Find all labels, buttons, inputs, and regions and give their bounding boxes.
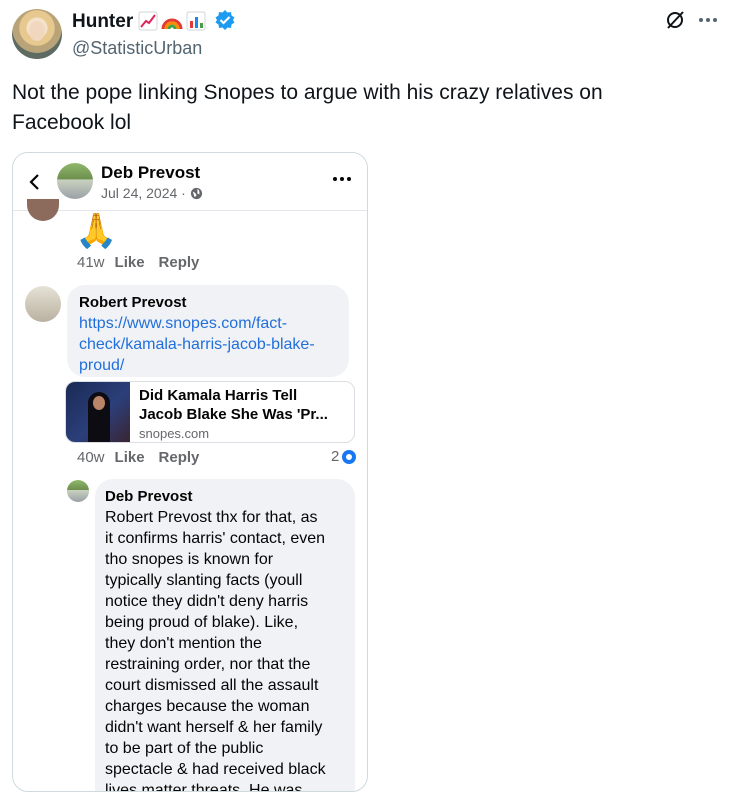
reply-author[interactable]: Deb Prevost xyxy=(105,487,345,507)
back-arrow-icon[interactable] xyxy=(27,171,43,193)
comment-actions: 40w Like Reply xyxy=(77,449,199,466)
fb-post-author[interactable]: Deb Prevost xyxy=(101,163,200,183)
link-preview-card[interactable]: Did Kamala Harris Tell Jacob Blake She W… xyxy=(65,381,355,443)
commenter-avatar[interactable] xyxy=(25,286,61,322)
reply-avatar[interactable] xyxy=(67,480,89,502)
fb-post-date: Jul 24, 2024 · xyxy=(101,184,203,202)
reply-line: charges because the woman xyxy=(105,698,310,715)
folded-hands-emoji: 🙏 xyxy=(75,212,118,250)
globe-icon xyxy=(190,187,202,199)
like-reaction-icon xyxy=(342,449,357,464)
bar-chart-icon xyxy=(185,11,207,31)
fb-more-icon[interactable] xyxy=(331,173,353,185)
like-button[interactable]: Like xyxy=(115,449,145,466)
reply-line: didn't want herself & her family xyxy=(105,719,323,736)
link-title-line: Jacob Blake She Was 'Pr... xyxy=(139,406,328,423)
reply-line: court dismissed all the assault xyxy=(105,677,319,694)
reply-line: spectacle & had received black xyxy=(105,761,326,778)
link-preview-domain: snopes.com xyxy=(139,426,210,441)
link-preview-title: Did Kamala Harris Tell Jacob Blake She W… xyxy=(139,386,349,424)
author-display-name[interactable]: Hunter xyxy=(72,10,133,34)
reply-line: being proud of blake). Like, xyxy=(105,614,299,631)
more-options-icon[interactable] xyxy=(697,10,719,30)
link-preview-thumbnail xyxy=(66,382,130,442)
snopes-link-line[interactable]: check/kamala-harris-jacob-blake- xyxy=(79,334,337,355)
grok-icon[interactable] xyxy=(664,9,686,31)
reply-line: typically slanting facts (youll xyxy=(105,572,303,589)
reply-line: Robert Prevost thx for that, as xyxy=(105,509,318,526)
snopes-link-line[interactable]: proud/ xyxy=(79,355,337,376)
snopes-link-line[interactable]: https://www.snopes.com/fact- xyxy=(79,313,337,334)
like-button[interactable]: Like xyxy=(115,254,145,271)
author-avatar[interactable] xyxy=(12,9,62,59)
chart-increasing-icon xyxy=(137,11,159,31)
reply-line: notice they didn't deny harris xyxy=(105,593,309,610)
author-handle[interactable]: @StatisticUrban xyxy=(72,37,202,59)
comment-author[interactable]: Robert Prevost xyxy=(79,293,337,313)
avatar-face xyxy=(29,21,45,41)
reply-line: to be part of the public xyxy=(105,740,264,757)
rainbow-icon xyxy=(161,11,183,31)
comment-age: 40w xyxy=(77,449,105,466)
reply-line: it confirms harris' contact, even xyxy=(105,530,326,547)
verified-badge-icon xyxy=(215,10,235,30)
link-title-line: Did Kamala Harris Tell xyxy=(139,387,298,404)
fb-post-header: Deb Prevost Jul 24, 2024 · xyxy=(13,153,367,211)
reply-button[interactable]: Reply xyxy=(159,449,200,466)
reaction-count-number: 2 xyxy=(331,448,340,465)
tweet-media-image[interactable]: Deb Prevost Jul 24, 2024 · 🙏 41w Like Re… xyxy=(12,152,368,792)
thumbnail-face xyxy=(93,396,105,410)
first-reply-actions: 41w Like Reply xyxy=(77,254,199,271)
reply-line: tho snopes is known for xyxy=(105,551,274,568)
reply-line: they don't mention the xyxy=(105,635,262,652)
nested-reply-bubble: Deb Prevost Robert Prevost thx for that,… xyxy=(95,479,355,792)
fb-post-date-text: Jul 24, 2024 · xyxy=(101,185,186,201)
fb-post-avatar[interactable] xyxy=(57,163,93,199)
comment-age: 41w xyxy=(77,254,105,271)
reply-button[interactable]: Reply xyxy=(159,254,200,271)
comment-bubble: Robert Prevost https://www.snopes.com/fa… xyxy=(67,285,349,377)
name-emojis xyxy=(137,10,207,32)
tweet-text: Not the pope linking Snopes to argue wit… xyxy=(12,81,603,134)
commenter-avatar-partial xyxy=(27,199,59,221)
reply-line: lives matter threats. He was xyxy=(105,782,303,792)
reaction-count[interactable]: 2 xyxy=(331,448,357,465)
reply-line: restraining order, nor that the xyxy=(105,656,311,673)
